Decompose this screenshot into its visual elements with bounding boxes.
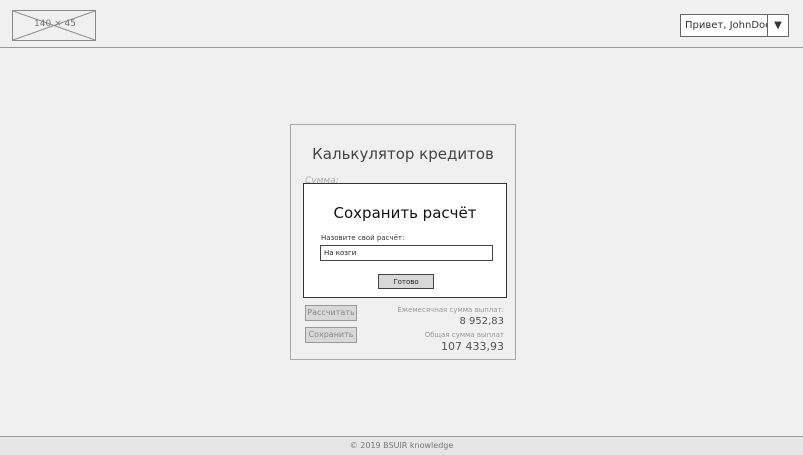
header-bar: 140 × 45 Привет, JohnDoe! ▼ <box>0 0 803 48</box>
done-button[interactable]: Готово <box>378 274 434 289</box>
total-payment-value: 107 433,93 <box>441 340 504 353</box>
calculation-name-input[interactable] <box>320 245 493 261</box>
footer-bar: © 2019 BSUIR knowledge <box>0 436 803 455</box>
user-menu-dropdown[interactable]: Привет, JohnDoe! ▼ <box>680 14 789 37</box>
user-greeting: Привет, JohnDoe! <box>685 20 767 31</box>
copyright-text: © 2019 BSUIR knowledge <box>349 441 454 450</box>
logo-placeholder[interactable]: 140 × 45 <box>12 10 96 41</box>
logo-placeholder-label: 140 × 45 <box>34 19 76 29</box>
calculation-name-label: Назовите свой расчёт: <box>321 234 405 242</box>
save-button[interactable]: Сохранить <box>305 327 357 343</box>
total-payment-label: Общая сумма выплат <box>424 331 504 339</box>
monthly-payment-value: 8 952,83 <box>459 316 504 327</box>
monthly-payment-label: Ежемесячная сумма выплат: <box>397 306 504 314</box>
chevron-down-icon[interactable]: ▼ <box>767 15 788 36</box>
calculator-title: Калькулятор кредитов <box>312 145 494 163</box>
save-calculation-dialog: Сохранить расчёт Назовите свой расчёт: Г… <box>303 183 507 298</box>
dialog-title: Сохранить расчёт <box>333 204 477 222</box>
calculate-button[interactable]: Рассчитать <box>305 305 357 321</box>
